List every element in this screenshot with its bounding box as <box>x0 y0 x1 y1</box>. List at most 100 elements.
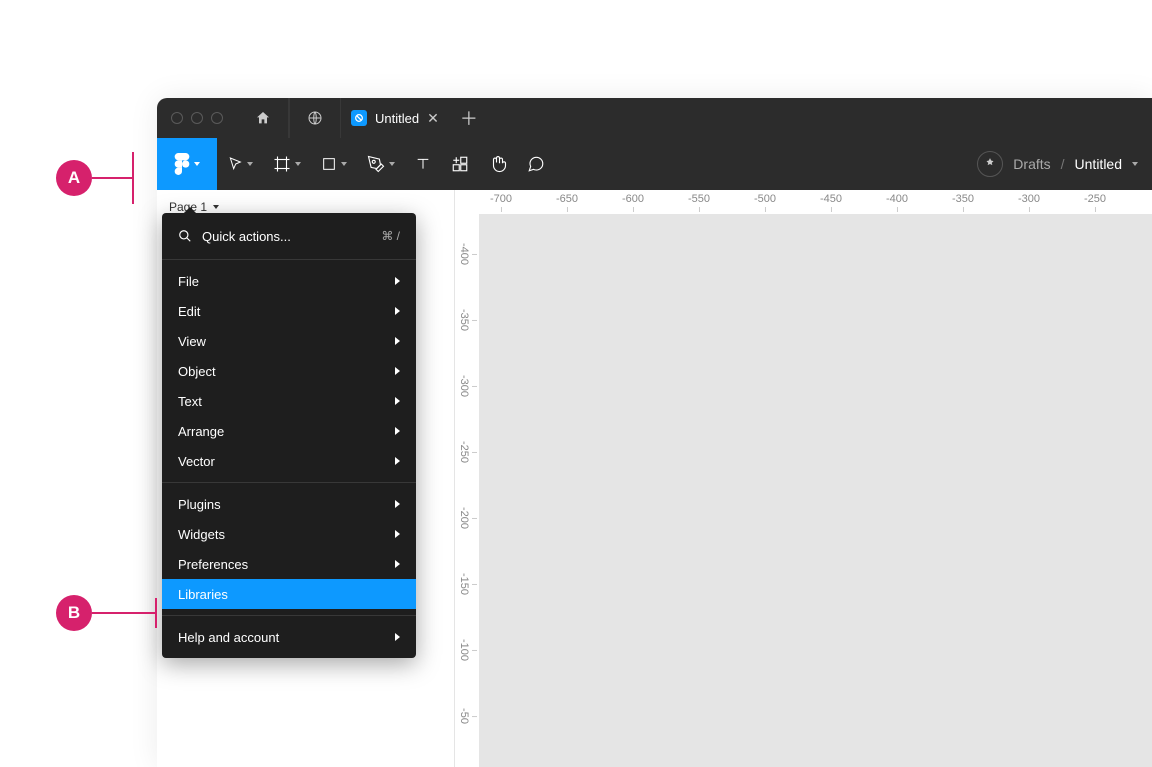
breadcrumb-divider: / <box>1061 156 1065 172</box>
menu-item-label: Object <box>178 364 216 379</box>
menu-item-plugins[interactable]: Plugins <box>162 489 416 519</box>
home-icon <box>255 110 271 126</box>
ruler-mark: -300 <box>458 375 470 397</box>
chevron-down-icon <box>247 162 253 166</box>
chevron-down-icon <box>389 162 395 166</box>
pen-tool[interactable] <box>357 138 405 190</box>
callout-line <box>92 177 132 179</box>
figma-file-icon <box>351 110 367 126</box>
submenu-arrow-icon <box>395 277 400 285</box>
quick-actions-shortcut: ⌘ / <box>381 229 400 243</box>
menu-item-libraries[interactable]: Libraries <box>162 579 416 609</box>
frame-icon <box>273 155 291 173</box>
text-tool[interactable] <box>405 138 441 190</box>
maximize-window-icon[interactable] <box>211 112 223 124</box>
hand-icon <box>489 155 507 173</box>
menu-item-edit[interactable]: Edit <box>162 296 416 326</box>
pen-icon <box>367 155 385 173</box>
window-controls <box>157 112 237 124</box>
main-menu-button[interactable] <box>157 138 217 190</box>
submenu-arrow-icon <box>395 560 400 568</box>
comment-tool[interactable] <box>517 138 555 190</box>
toolbar: Drafts / Untitled <box>157 138 1152 190</box>
ruler-mark: -250 <box>458 441 470 463</box>
close-tab-icon[interactable]: ✕ <box>427 110 439 127</box>
quick-actions-item[interactable]: Quick actions... ⌘ / <box>162 219 416 253</box>
menu-item-label: Vector <box>178 454 215 469</box>
menu-divider <box>162 615 416 616</box>
minimize-window-icon[interactable] <box>191 112 203 124</box>
avatar-icon <box>983 157 997 171</box>
main-menu-dropdown: Quick actions... ⌘ / File Edit View Object T… <box>162 213 416 658</box>
ruler-mark: -200 <box>458 507 470 529</box>
menu-item-file[interactable]: File <box>162 266 416 296</box>
menu-item-object[interactable]: Object <box>162 356 416 386</box>
menu-divider <box>162 259 416 260</box>
chevron-down-icon[interactable] <box>1132 162 1138 166</box>
shape-tool[interactable] <box>311 138 357 190</box>
menu-item-label: Plugins <box>178 497 221 512</box>
community-tab[interactable] <box>289 98 341 138</box>
menu-item-arrange[interactable]: Arrange <box>162 416 416 446</box>
home-tab[interactable] <box>237 98 289 138</box>
callout-badge-a: A <box>56 160 92 196</box>
team-avatar[interactable] <box>977 151 1003 177</box>
submenu-arrow-icon <box>395 367 400 375</box>
hand-tool[interactable] <box>479 138 517 190</box>
menu-item-label: View <box>178 334 206 349</box>
menu-item-label: Text <box>178 394 202 409</box>
breadcrumb-location[interactable]: Drafts <box>1013 156 1050 172</box>
globe-icon <box>307 110 323 126</box>
ruler-mark: -300 <box>1018 193 1040 212</box>
cursor-icon <box>227 156 243 172</box>
file-tab[interactable]: Untitled ✕ <box>341 98 449 138</box>
callout-b: B <box>56 595 157 631</box>
new-tab-button[interactable]: ＋ <box>449 105 489 131</box>
resources-icon <box>451 155 469 173</box>
callout-badge-b: B <box>56 595 92 631</box>
submenu-arrow-icon <box>395 633 400 641</box>
submenu-arrow-icon <box>395 337 400 345</box>
resources-tool[interactable] <box>441 138 479 190</box>
search-icon <box>178 229 192 243</box>
close-window-icon[interactable] <box>171 112 183 124</box>
menu-item-widgets[interactable]: Widgets <box>162 519 416 549</box>
callout-bracket <box>132 152 134 204</box>
ruler-mark: -150 <box>458 573 470 595</box>
ruler-mark: -400 <box>886 193 908 212</box>
chevron-down-icon <box>213 205 219 209</box>
menu-item-label: Help and account <box>178 630 279 645</box>
ruler-mark: -500 <box>754 193 776 212</box>
ruler-mark: -450 <box>820 193 842 212</box>
ruler-mark: -250 <box>1084 193 1106 212</box>
menu-item-label: Edit <box>178 304 200 319</box>
file-tab-title: Untitled <box>375 111 419 126</box>
frame-tool[interactable] <box>263 138 311 190</box>
submenu-arrow-icon <box>395 307 400 315</box>
menu-item-label: Preferences <box>178 557 248 572</box>
ruler-mark: -100 <box>458 639 470 661</box>
menu-item-preferences[interactable]: Preferences <box>162 549 416 579</box>
chevron-down-icon <box>341 162 347 166</box>
ruler-mark: -350 <box>952 193 974 212</box>
canvas[interactable] <box>479 214 1152 767</box>
breadcrumb-file[interactable]: Untitled <box>1075 156 1122 172</box>
ruler-mark: -50 <box>458 708 470 724</box>
submenu-arrow-icon <box>395 530 400 538</box>
canvas-area: -700-650-600-550-500-450-400-350-300-250… <box>455 190 1152 767</box>
tab-bar: Untitled ✕ ＋ <box>237 98 489 138</box>
breadcrumb: Drafts / Untitled <box>977 151 1152 177</box>
submenu-arrow-icon <box>395 427 400 435</box>
ruler-mark: -600 <box>622 193 644 212</box>
chevron-down-icon <box>194 162 200 166</box>
figma-logo-icon <box>174 153 190 175</box>
callout-a: A <box>56 152 134 204</box>
menu-item-view[interactable]: View <box>162 326 416 356</box>
menu-item-label: Widgets <box>178 527 225 542</box>
menu-item-label: File <box>178 274 199 289</box>
menu-item-vector[interactable]: Vector <box>162 446 416 476</box>
menu-item-help-and-account[interactable]: Help and account <box>162 622 416 652</box>
move-tool[interactable] <box>217 138 263 190</box>
menu-item-text[interactable]: Text <box>162 386 416 416</box>
quick-actions-label: Quick actions... <box>202 229 291 244</box>
